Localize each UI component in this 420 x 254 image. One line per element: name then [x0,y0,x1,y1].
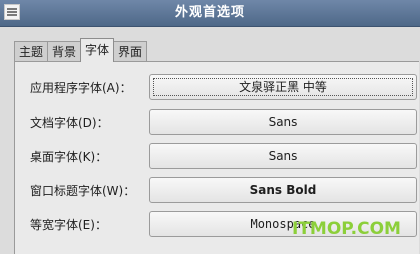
desktop-font-button[interactable]: Sans [149,143,417,169]
window-title: 外观首选项 [174,5,245,20]
tab-background[interactable]: 背景 [47,41,82,62]
font-row-desktop: 桌面字体(K)： Sans [15,143,420,171]
window-title-font-label: 窗口标题字体(W)： [30,184,136,198]
desktop-font-label: 桌面字体(K)： [30,150,108,164]
font-row-document: 文档字体(D)： Sans [15,109,420,137]
application-font-label: 应用程序字体(A)： [30,81,132,95]
watermark: ITMOP.COM [292,219,401,239]
document-font-label: 文档字体(D)： [30,116,109,130]
title-bar: 外观首选项 [0,0,420,27]
font-row-window-title: 窗口标题字体(W)： Sans Bold [15,177,420,205]
application-font-button[interactable]: 文泉驿正黑 中等 [149,74,417,100]
window-title-font-button[interactable]: Sans Bold [149,177,417,203]
tab-fonts[interactable]: 字体 [80,38,115,62]
tab-interface[interactable]: 界面 [113,41,148,62]
font-row-application: 应用程序字体(A)： 文泉驿正黑 中等 [15,74,420,102]
document-font-button[interactable]: Sans [149,109,417,135]
tab-theme[interactable]: 主题 [14,41,49,62]
tab-bar: 主题 背景 字体 界面 [14,38,148,62]
monospace-font-label: 等宽字体(E)： [30,218,107,232]
